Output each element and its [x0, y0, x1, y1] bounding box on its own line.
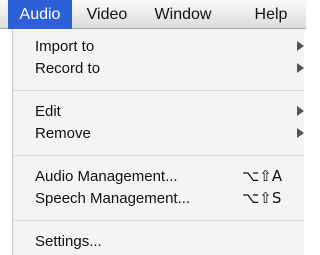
keyboard-shortcut: ⌥⇧S	[242, 189, 282, 207]
triangle-right-icon	[297, 63, 304, 73]
menu-separator	[13, 155, 304, 156]
menu-item-audio-management[interactable]: Audio Management... ⌥⇧A	[13, 166, 304, 187]
menu-item-remove[interactable]: Remove	[13, 123, 304, 144]
menu-item-label: Audio Management...	[35, 168, 178, 185]
menu-separator	[13, 90, 304, 91]
menu-item-speech-management[interactable]: Speech Management... ⌥⇧S	[13, 188, 304, 209]
menu-item-import-to[interactable]: Import to	[13, 36, 304, 57]
menu-item-label: Remove	[35, 125, 91, 142]
menu-item-label: Settings...	[35, 233, 102, 250]
menu-item-label: Speech Management...	[35, 190, 191, 207]
menu-window[interactable]: Window	[144, 0, 222, 29]
audio-dropdown-menu: Import to Record to Edit Remove Audio Ma…	[12, 29, 304, 255]
menu-separator	[13, 220, 304, 221]
triangle-right-icon	[297, 41, 304, 51]
triangle-right-icon	[297, 106, 304, 116]
menu-bar: Audio Video Window Help	[0, 0, 306, 29]
keyboard-shortcut: ⌥⇧A	[242, 167, 283, 185]
menu-item-label: Record to	[35, 60, 101, 77]
menu-audio[interactable]: Audio	[8, 0, 72, 29]
menu-video[interactable]: Video	[78, 0, 136, 29]
menu-item-edit[interactable]: Edit	[13, 101, 304, 122]
menu-item-label: Import to	[35, 38, 95, 55]
menu-item-label: Edit	[35, 103, 61, 120]
triangle-right-icon	[297, 128, 304, 138]
menu-item-record-to[interactable]: Record to	[13, 58, 304, 79]
menu-item-settings[interactable]: Settings...	[13, 231, 304, 252]
menu-help[interactable]: Help	[246, 0, 296, 29]
